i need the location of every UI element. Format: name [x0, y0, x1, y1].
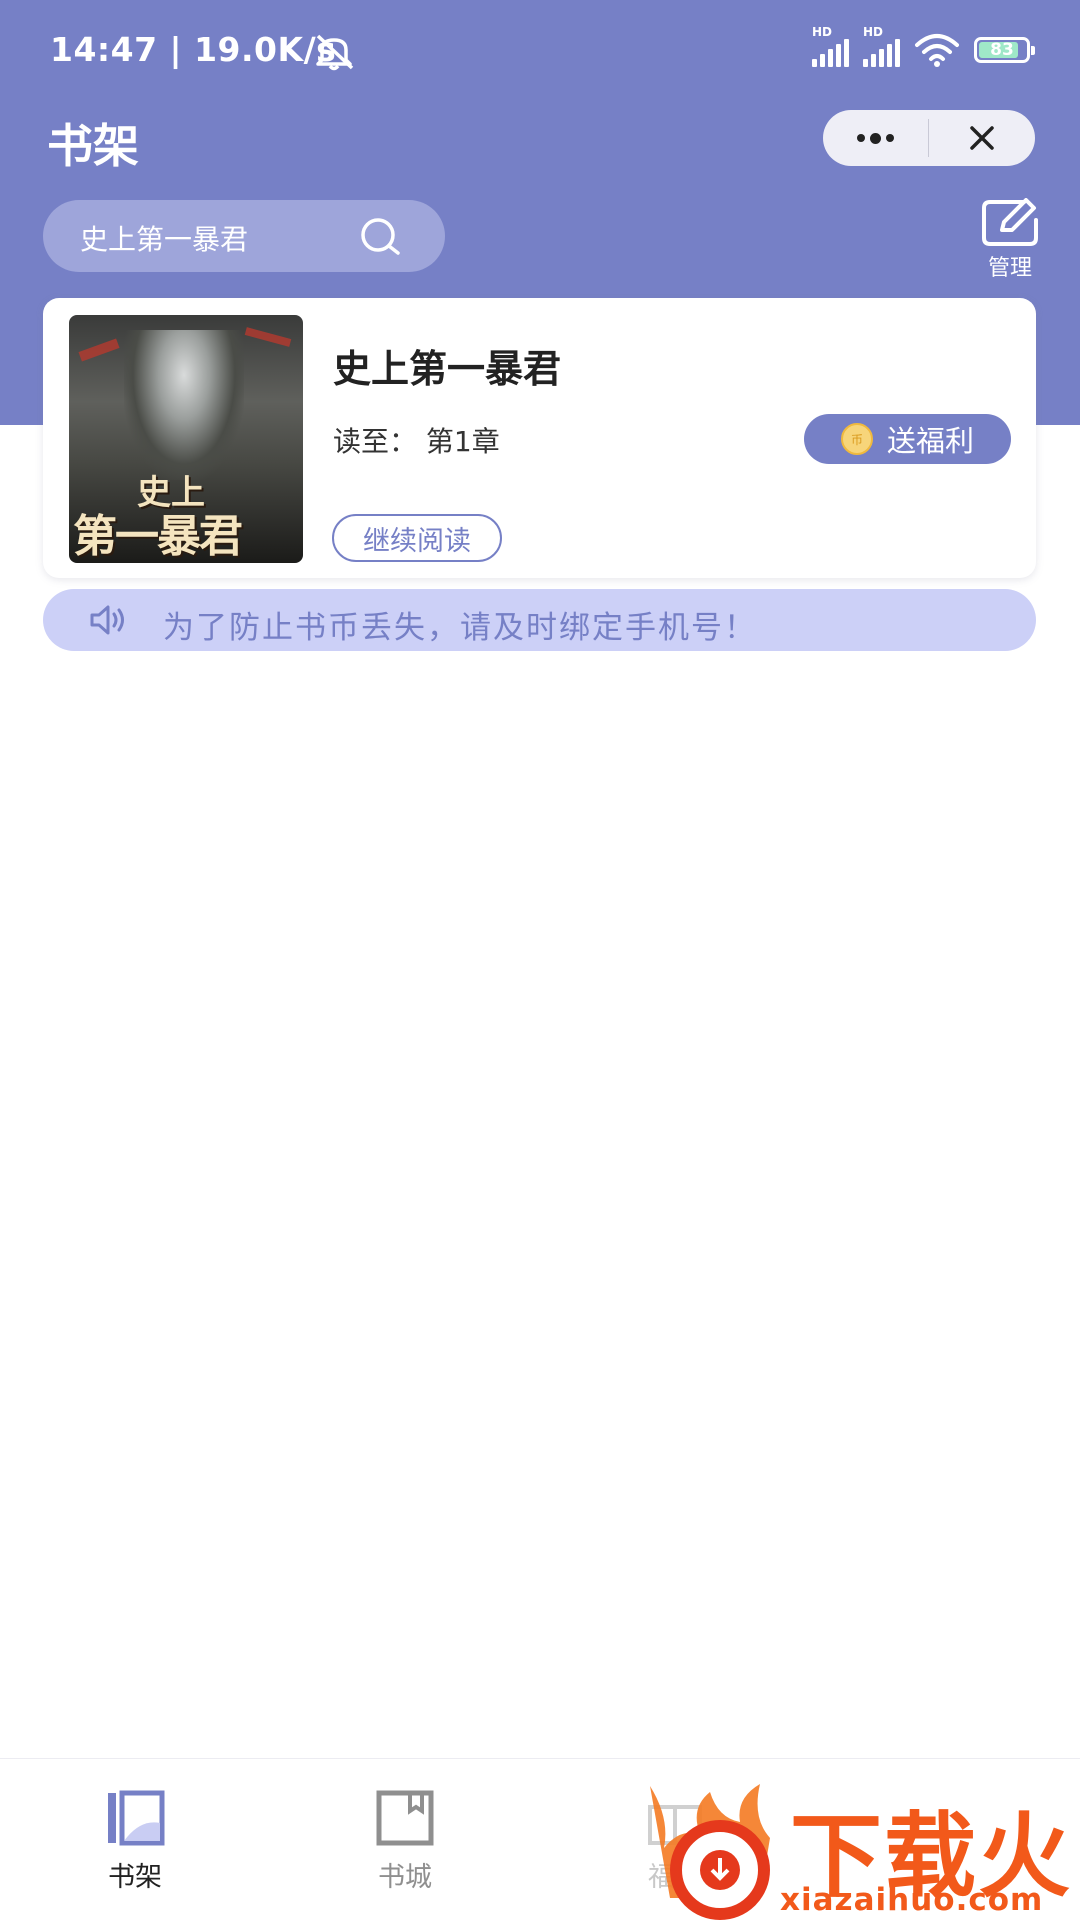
- book-card[interactable]: 史上 第一暴君 史上第一暴君 读至： 第1章 继续阅读 币 送福利: [43, 298, 1036, 578]
- coin-icon: 币: [840, 423, 873, 455]
- notice-banner[interactable]: 为了防止书币丢失，请及时绑定手机号！: [43, 589, 1036, 651]
- bookshelf-icon: [108, 1790, 165, 1846]
- book-cover[interactable]: 史上 第一暴君: [69, 315, 303, 563]
- signal-hd-label: HD: [812, 25, 833, 39]
- signal-icon: HD: [863, 25, 900, 67]
- watermark-logo-icon: [650, 1784, 770, 1920]
- bookstore-icon: [376, 1790, 434, 1846]
- send-gift-button[interactable]: 币 送福利: [804, 414, 1011, 464]
- mini-program-capsule: [823, 110, 1035, 166]
- manage-label: 管理: [987, 256, 1032, 281]
- speaker-icon: [90, 605, 124, 635]
- status-time: 14:47 | 19.0K/s: [50, 30, 337, 69]
- watermark: 下载火 xiazaihuo.com: [640, 1778, 1080, 1920]
- status-bar: 14:47 | 19.0K/s HD HD 83: [0, 0, 1080, 100]
- tab-bookstore[interactable]: 书城: [345, 1789, 465, 1894]
- book-title: 史上第一暴君: [333, 347, 562, 391]
- mute-bell-icon: [316, 34, 354, 71]
- tab-bookshelf-label: 书架: [108, 1862, 162, 1893]
- cover-title-line2: 第一暴君: [73, 511, 243, 562]
- notice-text: 为了防止书币丢失，请及时绑定手机号！: [163, 610, 757, 646]
- search-icon[interactable]: [359, 216, 401, 258]
- search-input[interactable]: 史上第一暴君: [43, 200, 445, 272]
- cover-figure: [124, 330, 244, 480]
- edit-icon: [982, 198, 1038, 246]
- close-button[interactable]: [929, 110, 1034, 166]
- search-value: 史上第一暴君: [80, 223, 249, 256]
- watermark-url: xiazaihuo.com: [780, 1882, 1044, 1918]
- battery-level: 83: [990, 40, 1014, 60]
- signal-icon: HD: [812, 25, 849, 67]
- tab-bookstore-label: 书城: [378, 1862, 432, 1893]
- gift-label: 送福利: [886, 424, 974, 458]
- battery-icon: 83: [974, 37, 1035, 63]
- signal-hd-label: HD: [863, 25, 884, 39]
- continue-reading-button[interactable]: 继续阅读: [332, 514, 502, 562]
- close-icon: [969, 126, 994, 150]
- manage-button[interactable]: 管理: [975, 198, 1045, 281]
- reading-progress: 读至： 第1章: [333, 425, 500, 458]
- tab-bookshelf[interactable]: 书架: [75, 1789, 195, 1894]
- more-button[interactable]: [823, 110, 928, 166]
- page-title: 书架: [47, 119, 139, 173]
- wifi-icon: [915, 34, 959, 67]
- status-icons: HD HD 83: [812, 25, 1035, 72]
